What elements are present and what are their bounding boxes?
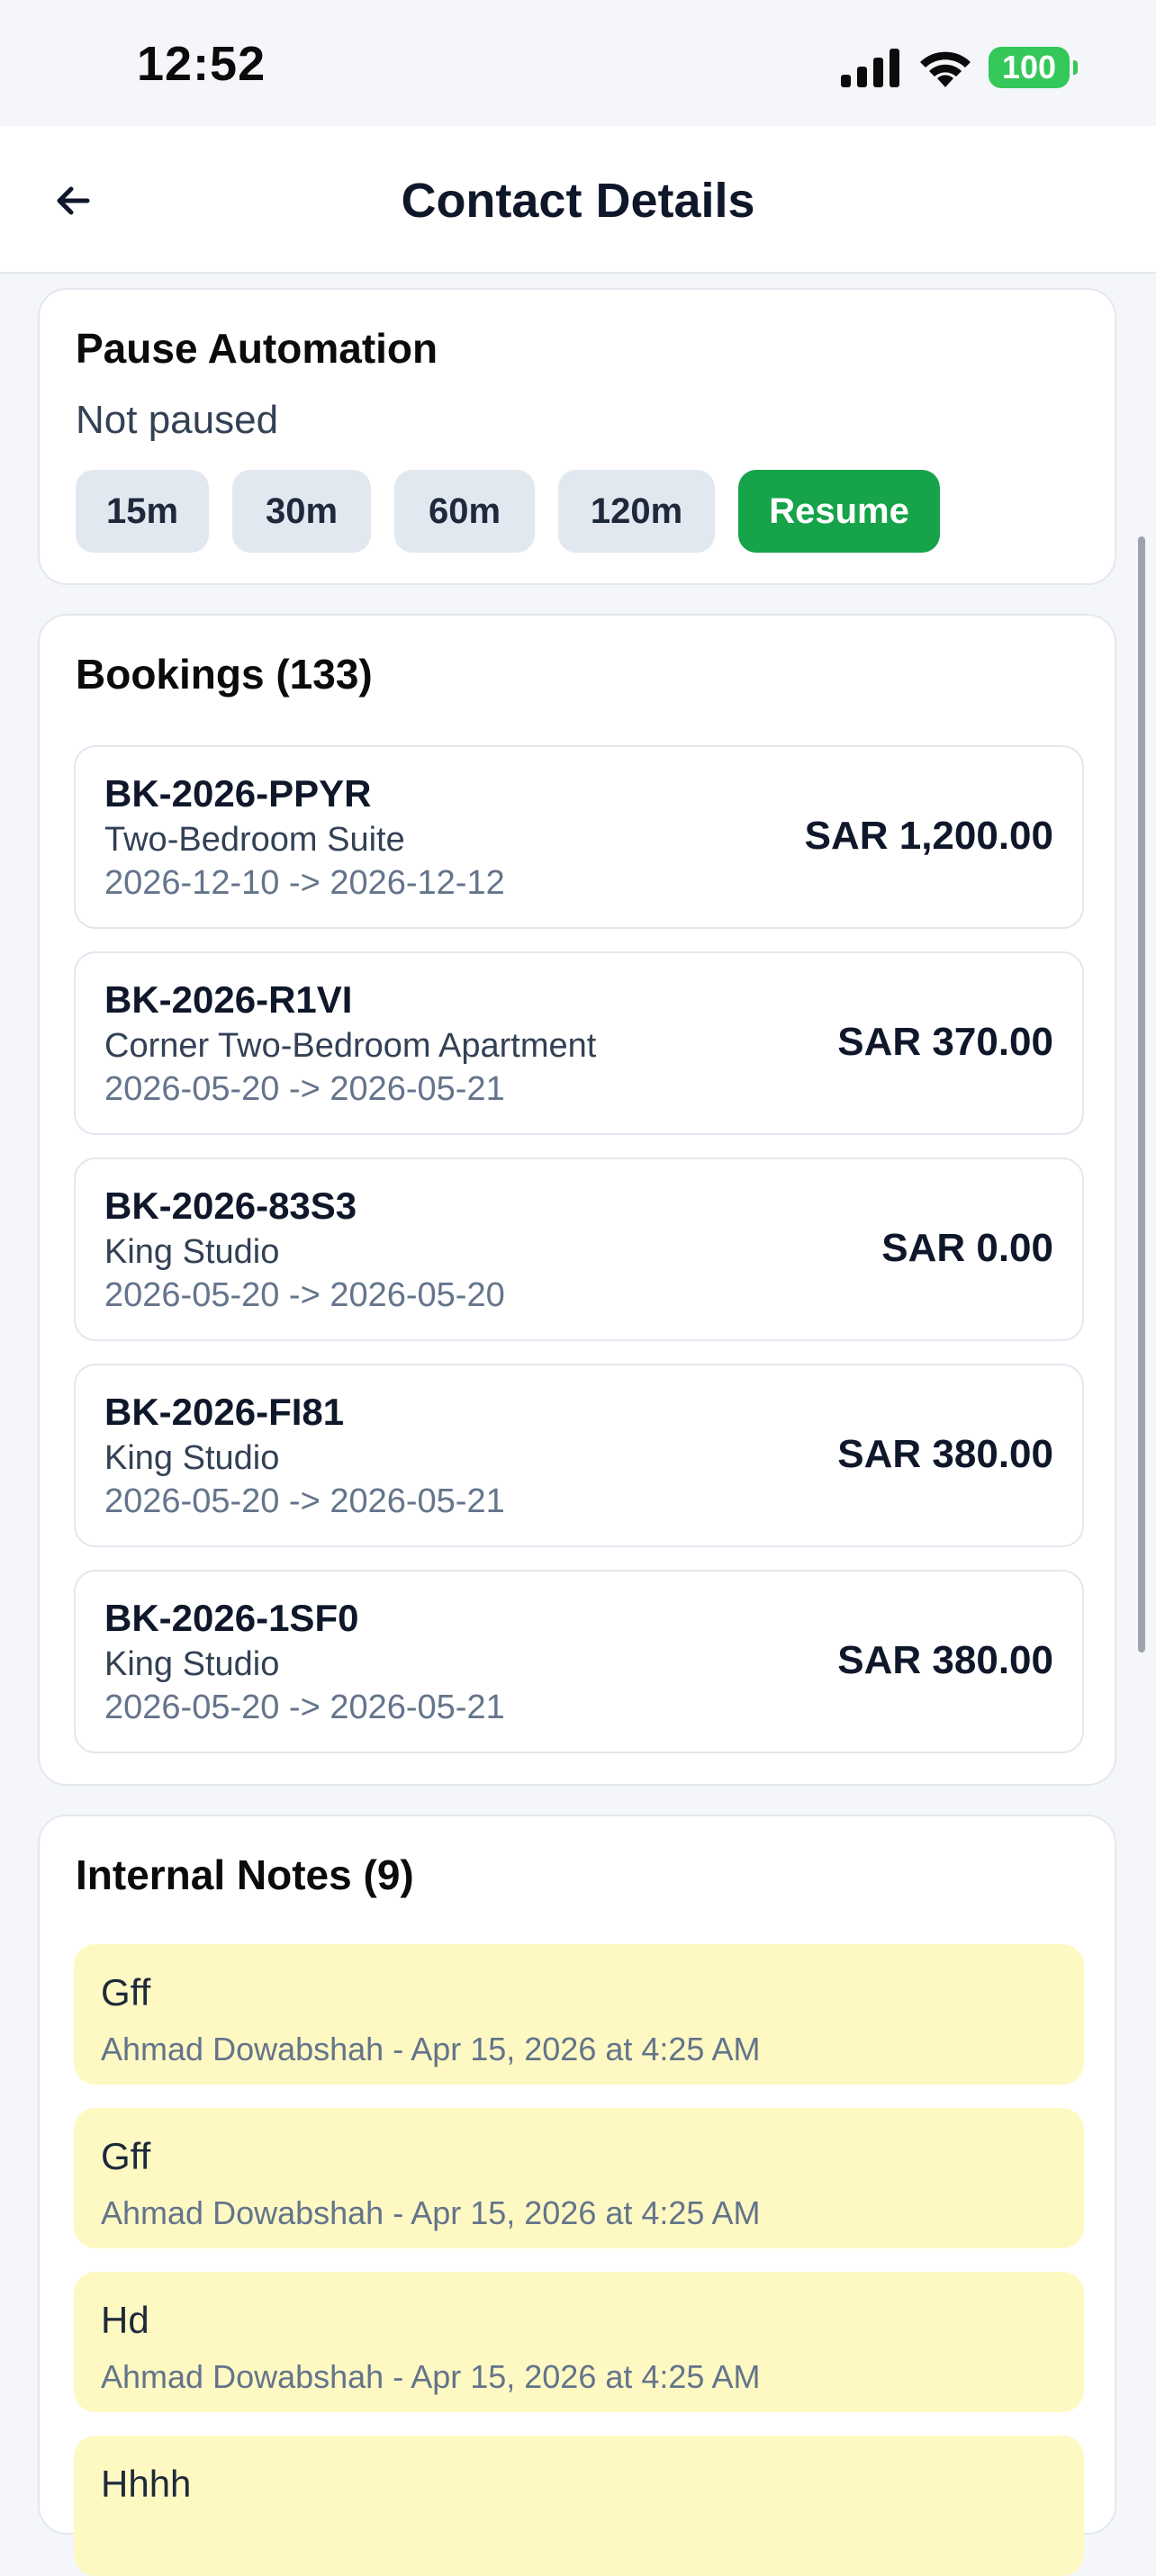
battery-icon: 100 <box>989 47 1078 88</box>
pause-15m-button[interactable]: 15m <box>76 470 209 553</box>
pause-automation-title: Pause Automation <box>76 325 438 372</box>
booking-amount: SAR 380.00 <box>837 1638 1053 1682</box>
status-bar: 12:52 100 <box>0 0 1156 126</box>
booking-item[interactable]: BK-2026-FI81 King Studio 2026-05-20 -> 2… <box>74 1364 1084 1547</box>
booking-dates: 2026-12-10 -> 2026-12-12 <box>104 864 505 902</box>
scrollbar[interactable] <box>1138 536 1145 1653</box>
note-meta: Ahmad Dowabshah - Apr 15, 2026 at 4:25 A… <box>101 2031 761 2067</box>
cellular-signal-icon <box>841 49 899 87</box>
booking-room: Two-Bedroom Suite <box>104 821 405 859</box>
pause-automation-card: Pause Automation Not paused 15m 30m 60m … <box>38 288 1116 585</box>
booking-id: BK-2026-FI81 <box>104 1391 345 1433</box>
booking-room: Corner Two-Bedroom Apartment <box>104 1027 597 1065</box>
note-text: Hhhh <box>101 2463 192 2505</box>
booking-amount: SAR 370.00 <box>837 1020 1053 1064</box>
app-header: Contact Details <box>0 126 1156 274</box>
battery-level: 100 <box>1001 49 1057 86</box>
internal-notes-title: Internal Notes (9) <box>76 1851 414 1898</box>
pause-status: Not paused <box>76 398 279 442</box>
pause-120m-button[interactable]: 120m <box>558 470 715 553</box>
booking-dates: 2026-05-20 -> 2026-05-21 <box>104 1689 505 1726</box>
note-text: Gff <box>101 1971 151 2013</box>
note-text: Gff <box>101 2135 151 2177</box>
page-title: Contact Details <box>401 174 755 228</box>
booking-room: King Studio <box>104 1439 280 1477</box>
booking-item[interactable]: BK-2026-1SF0 King Studio 2026-05-20 -> 2… <box>74 1570 1084 1753</box>
wifi-icon <box>920 51 971 87</box>
note-item: Hhhh <box>74 2436 1084 2576</box>
booking-dates: 2026-05-20 -> 2026-05-20 <box>104 1276 505 1314</box>
pause-duration-buttons: 15m 30m 60m 120m Resume <box>76 470 940 553</box>
booking-dates: 2026-05-20 -> 2026-05-21 <box>104 1070 505 1108</box>
note-item: Hd Ahmad Dowabshah - Apr 15, 2026 at 4:2… <box>74 2272 1084 2412</box>
booking-id: BK-2026-R1VI <box>104 978 353 1021</box>
booking-id: BK-2026-83S3 <box>104 1184 357 1227</box>
note-meta: Ahmad Dowabshah - Apr 15, 2026 at 4:25 A… <box>101 2358 761 2395</box>
booking-amount: SAR 1,200.00 <box>804 814 1053 858</box>
booking-room: King Studio <box>104 1233 280 1271</box>
note-item: Gff Ahmad Dowabshah - Apr 15, 2026 at 4:… <box>74 1944 1084 2085</box>
pause-30m-button[interactable]: 30m <box>232 470 371 553</box>
booking-id: BK-2026-PPYR <box>104 772 372 815</box>
booking-room: King Studio <box>104 1645 280 1683</box>
resume-button[interactable]: Resume <box>738 470 940 553</box>
booking-item[interactable]: BK-2026-83S3 King Studio 2026-05-20 -> 2… <box>74 1157 1084 1341</box>
status-icons: 100 <box>839 43 1078 92</box>
note-item: Gff Ahmad Dowabshah - Apr 15, 2026 at 4:… <box>74 2108 1084 2248</box>
booking-amount: SAR 380.00 <box>837 1432 1053 1476</box>
note-text: Hd <box>101 2299 149 2341</box>
pause-60m-button[interactable]: 60m <box>394 470 535 553</box>
booking-amount: SAR 0.00 <box>881 1226 1053 1270</box>
booking-item[interactable]: BK-2026-PPYR Two-Bedroom Suite 2026-12-1… <box>74 745 1084 929</box>
status-time: 12:52 <box>137 37 266 91</box>
internal-notes-card: Internal Notes (9) Gff Ahmad Dowabshah -… <box>38 1815 1116 2576</box>
bookings-card: Bookings (133) BK-2026-PPYR Two-Bedroom … <box>38 614 1116 1786</box>
booking-dates: 2026-05-20 -> 2026-05-21 <box>104 1482 505 1520</box>
booking-id: BK-2026-1SF0 <box>104 1597 359 1639</box>
booking-item[interactable]: BK-2026-R1VI Corner Two-Bedroom Apartmen… <box>74 951 1084 1135</box>
note-meta: Ahmad Dowabshah - Apr 15, 2026 at 4:25 A… <box>101 2194 761 2231</box>
bookings-title: Bookings (133) <box>76 651 373 698</box>
